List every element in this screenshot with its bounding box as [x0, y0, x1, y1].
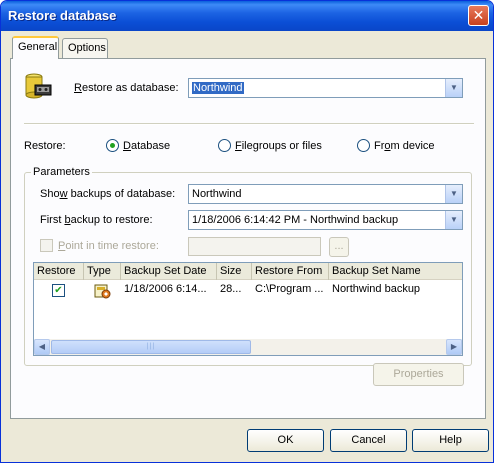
first-backup-combo[interactable]: 1/18/2006 6:14:42 PM - Northwind backup …: [188, 210, 463, 230]
column-header-backup-set-date[interactable]: Backup Set Date: [121, 263, 217, 280]
chevron-down-icon[interactable]: ▼: [445, 79, 462, 97]
radio-filegroups-label[interactable]: Filegroups or files: [235, 140, 322, 152]
row-restore-checkbox[interactable]: ✔: [52, 284, 65, 297]
restore-as-database-label: Restore as database:: [74, 82, 179, 94]
column-header-restore-from[interactable]: Restore From: [252, 263, 329, 280]
window-title: Restore database: [8, 8, 117, 23]
tab-general[interactable]: General: [12, 36, 59, 59]
chevron-down-icon[interactable]: ▼: [445, 185, 462, 203]
show-backups-combo[interactable]: Northwind ▼: [188, 184, 463, 204]
separator: [24, 123, 474, 125]
point-in-time-checkbox[interactable]: [40, 239, 53, 252]
cell-backup-set-name: Northwind backup: [332, 283, 421, 295]
close-button[interactable]: ✕: [468, 5, 489, 26]
cancel-button[interactable]: Cancel: [330, 429, 407, 452]
title-bar[interactable]: Restore database ✕: [1, 1, 493, 31]
point-in-time-browse-button[interactable]: ...: [329, 237, 349, 257]
column-header-restore[interactable]: Restore: [34, 263, 84, 280]
help-button[interactable]: Help: [412, 429, 489, 452]
tab-general-label: General: [18, 41, 58, 53]
cell-size: 28...: [220, 283, 242, 295]
scrollbar-thumb[interactable]: |||: [51, 340, 251, 354]
ok-button[interactable]: OK: [247, 429, 324, 452]
parameters-legend: Parameters: [31, 166, 92, 178]
grid-header: Restore Type Backup Set Date Size Restor…: [34, 263, 462, 280]
properties-button[interactable]: Properties: [373, 363, 464, 386]
restore-as-database-combo[interactable]: Northwind ▼: [188, 78, 463, 98]
radio-database-label[interactable]: Database: [123, 140, 170, 152]
chevron-down-icon[interactable]: ▼: [445, 211, 462, 229]
column-header-backup-set-name[interactable]: Backup Set Name: [329, 263, 462, 280]
general-tab-panel: Restore as database: Northwind ▼ Restore…: [10, 58, 486, 419]
scroll-left-icon[interactable]: ◀: [34, 339, 50, 355]
horizontal-scrollbar[interactable]: ◀ ||| ▶: [34, 339, 462, 355]
radio-database[interactable]: [106, 139, 119, 152]
restore-database-dialog: Restore database ✕ General Options Resto…: [0, 0, 494, 463]
column-header-size[interactable]: Size: [217, 263, 252, 280]
first-backup-value: 1/18/2006 6:14:42 PM - Northwind backup: [192, 214, 399, 226]
restore-as-database-value[interactable]: Northwind: [192, 82, 244, 94]
show-backups-label: Show backups of database:: [40, 188, 176, 200]
cell-restore-from: C:\Program ...: [255, 283, 324, 295]
backup-sets-grid[interactable]: Restore Type Backup Set Date Size Restor…: [33, 262, 463, 356]
show-backups-value: Northwind: [192, 188, 242, 200]
backup-set-icon: [94, 282, 111, 299]
tab-options[interactable]: Options: [62, 38, 108, 58]
database-backup-icon: [23, 71, 53, 101]
radio-filegroups-or-files[interactable]: [218, 139, 231, 152]
tab-options-label: Options: [68, 42, 106, 54]
scroll-right-icon[interactable]: ▶: [446, 339, 462, 355]
column-header-type[interactable]: Type: [84, 263, 121, 280]
radio-from-device-label[interactable]: From device: [374, 140, 435, 152]
restore-mode-label: Restore:: [24, 140, 66, 152]
point-in-time-field[interactable]: [188, 237, 321, 256]
first-backup-label: First backup to restore:: [40, 214, 153, 226]
point-in-time-label: Point in time restore:: [58, 240, 159, 252]
cell-backup-set-date: 1/18/2006 6:14...: [124, 283, 207, 295]
radio-from-device[interactable]: [357, 139, 370, 152]
